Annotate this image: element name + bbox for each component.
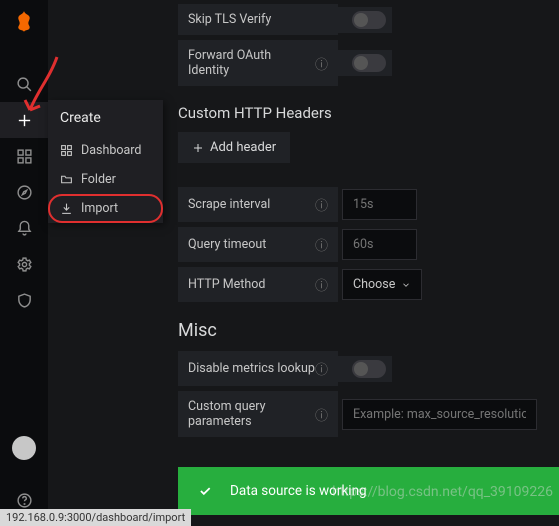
alert-text: Data source is working [230,483,367,499]
info-icon[interactable]: ⓘ [315,275,328,294]
apps-icon[interactable] [0,138,48,174]
search-icon[interactable] [0,66,48,102]
info-icon[interactable]: ⓘ [315,405,328,424]
input-custom-params[interactable] [342,399,537,430]
add-header-label: Add header [210,140,276,155]
select-http-method[interactable]: Choose [342,269,422,300]
label-skip-tls: Skip TLS Verify [178,4,338,35]
flyout-item-folder[interactable]: Folder [48,165,163,194]
label-forward-oauth: Forward OAuth Identityⓘ [178,40,338,86]
folder-icon [60,173,73,186]
plus-icon [192,142,204,154]
info-icon[interactable]: ⓘ [315,54,328,73]
row-custom-params: Custom query parametersⓘ [178,391,559,437]
label-scrape-interval: Scrape intervalⓘ [178,187,338,222]
row-scrape-interval: Scrape intervalⓘ [178,187,559,222]
bell-icon[interactable] [0,210,48,246]
flyout-item-dashboard[interactable]: Dashboard [48,136,163,165]
flyout-title: Create [48,100,163,136]
flyout-item-label: Folder [81,172,116,187]
import-icon [60,202,73,215]
select-value: Choose [353,277,395,292]
input-query-timeout[interactable] [342,229,417,260]
create-flyout: Create Dashboard Folder Import [48,100,163,223]
row-http-method: HTTP Methodⓘ Choose [178,267,559,302]
info-icon[interactable]: ⓘ [315,235,328,254]
alert-success: Data source is working [178,467,559,515]
section-custom-headers: Custom HTTP Headers [178,104,559,122]
grafana-logo[interactable] [10,8,38,36]
toggle-skip-tls[interactable] [352,11,386,29]
dashboard-icon [60,144,73,157]
info-icon[interactable]: ⓘ [315,195,328,214]
flyout-item-import[interactable]: Import [48,194,163,223]
label-http-method: HTTP Methodⓘ [178,267,338,302]
section-misc: Misc [178,320,559,341]
plus-icon[interactable] [0,102,48,138]
info-icon[interactable]: ⓘ [315,359,328,378]
shield-icon[interactable] [0,282,48,318]
row-disable-metrics: Disable metrics lookupⓘ [178,351,559,386]
status-bar: 192.168.0.9:3000/dashboard/import [0,509,191,526]
label-disable-metrics: Disable metrics lookupⓘ [178,351,338,386]
gear-icon[interactable] [0,246,48,282]
row-skip-tls: Skip TLS Verify [178,4,559,35]
toggle-disable-metrics[interactable] [352,360,386,378]
input-scrape-interval[interactable] [342,189,417,220]
toggle-forward-oauth[interactable] [352,54,386,72]
avatar[interactable] [12,436,36,460]
chevron-down-icon [401,280,411,290]
row-query-timeout: Query timeoutⓘ [178,227,559,262]
check-icon [198,484,212,498]
sidebar [0,0,48,526]
compass-icon[interactable] [0,174,48,210]
flyout-item-label: Dashboard [81,143,141,158]
main-content: Skip TLS Verify Forward OAuth Identityⓘ … [48,0,559,526]
row-forward-oauth: Forward OAuth Identityⓘ [178,40,559,86]
add-header-button[interactable]: Add header [178,132,290,163]
label-custom-params: Custom query parametersⓘ [178,391,338,437]
label-query-timeout: Query timeoutⓘ [178,227,338,262]
flyout-item-label: Import [81,201,118,216]
